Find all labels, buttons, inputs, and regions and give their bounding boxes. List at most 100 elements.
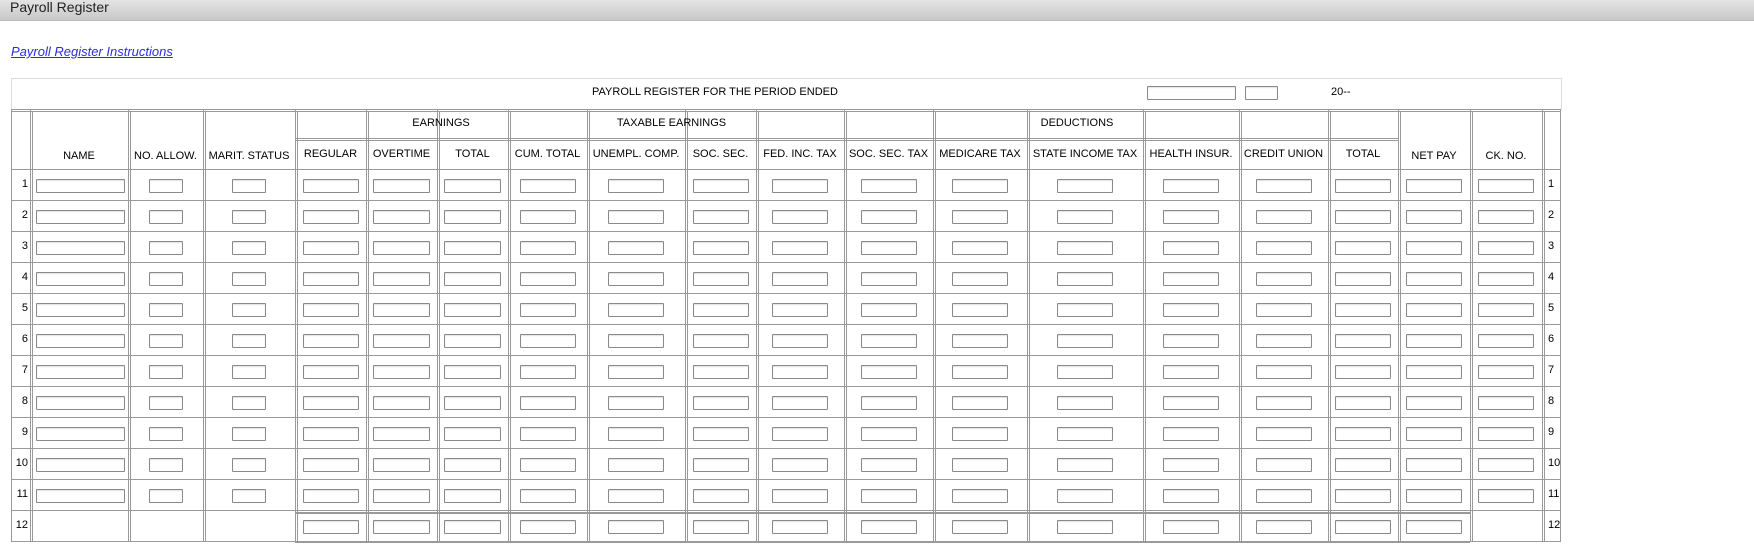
cum-total-input[interactable] xyxy=(520,272,576,286)
medicare-tax-input[interactable] xyxy=(952,396,1008,410)
fed-inc-tax-input[interactable] xyxy=(772,272,828,286)
overtime-input[interactable] xyxy=(373,520,430,534)
regular-input[interactable] xyxy=(303,365,359,379)
soc-sec-tax-input[interactable] xyxy=(861,334,917,348)
credit-union-input[interactable] xyxy=(1256,458,1312,472)
soc-sec-input[interactable] xyxy=(693,458,749,472)
marit-status-input[interactable] xyxy=(232,334,266,348)
earn-total-input[interactable] xyxy=(444,241,501,255)
marit-status-input[interactable] xyxy=(232,210,266,224)
soc-sec-tax-input[interactable] xyxy=(861,303,917,317)
ck-no-input[interactable] xyxy=(1478,365,1534,379)
fed-inc-tax-input[interactable] xyxy=(772,303,828,317)
no-allow-input[interactable] xyxy=(149,458,183,472)
net-pay-input[interactable] xyxy=(1406,365,1462,379)
medicare-tax-input[interactable] xyxy=(952,489,1008,503)
overtime-input[interactable] xyxy=(373,489,430,503)
fed-inc-tax-input[interactable] xyxy=(772,520,828,534)
credit-union-input[interactable] xyxy=(1256,334,1312,348)
net-pay-input[interactable] xyxy=(1406,272,1462,286)
unempl-comp-input[interactable] xyxy=(608,458,664,472)
soc-sec-tax-input[interactable] xyxy=(861,179,917,193)
soc-sec-tax-input[interactable] xyxy=(861,210,917,224)
ded-total-input[interactable] xyxy=(1335,210,1391,224)
overtime-input[interactable] xyxy=(373,272,430,286)
soc-sec-input[interactable] xyxy=(693,396,749,410)
unempl-comp-input[interactable] xyxy=(608,427,664,441)
ded-total-input[interactable] xyxy=(1335,458,1391,472)
no-allow-input[interactable] xyxy=(149,272,183,286)
health-insur-input[interactable] xyxy=(1163,489,1219,503)
name-input[interactable] xyxy=(36,334,125,348)
ck-no-input[interactable] xyxy=(1478,210,1534,224)
regular-input[interactable] xyxy=(303,210,359,224)
fed-inc-tax-input[interactable] xyxy=(772,427,828,441)
regular-input[interactable] xyxy=(303,334,359,348)
name-input[interactable] xyxy=(36,396,125,410)
state-income-tax-input[interactable] xyxy=(1057,272,1113,286)
soc-sec-input[interactable] xyxy=(693,303,749,317)
earn-total-input[interactable] xyxy=(444,458,501,472)
soc-sec-tax-input[interactable] xyxy=(861,520,917,534)
regular-input[interactable] xyxy=(303,427,359,441)
overtime-input[interactable] xyxy=(373,179,430,193)
health-insur-input[interactable] xyxy=(1163,179,1219,193)
cum-total-input[interactable] xyxy=(520,427,576,441)
name-input[interactable] xyxy=(36,303,125,317)
no-allow-input[interactable] xyxy=(149,241,183,255)
credit-union-input[interactable] xyxy=(1256,520,1312,534)
period-date-input[interactable] xyxy=(1147,86,1236,100)
medicare-tax-input[interactable] xyxy=(952,427,1008,441)
soc-sec-tax-input[interactable] xyxy=(861,272,917,286)
marit-status-input[interactable] xyxy=(232,458,266,472)
earn-total-input[interactable] xyxy=(444,303,501,317)
unempl-comp-input[interactable] xyxy=(608,396,664,410)
marit-status-input[interactable] xyxy=(232,489,266,503)
state-income-tax-input[interactable] xyxy=(1057,396,1113,410)
fed-inc-tax-input[interactable] xyxy=(772,458,828,472)
soc-sec-input[interactable] xyxy=(693,489,749,503)
unempl-comp-input[interactable] xyxy=(608,489,664,503)
medicare-tax-input[interactable] xyxy=(952,179,1008,193)
cum-total-input[interactable] xyxy=(520,241,576,255)
health-insur-input[interactable] xyxy=(1163,272,1219,286)
marit-status-input[interactable] xyxy=(232,272,266,286)
net-pay-input[interactable] xyxy=(1406,179,1462,193)
fed-inc-tax-input[interactable] xyxy=(772,179,828,193)
no-allow-input[interactable] xyxy=(149,396,183,410)
credit-union-input[interactable] xyxy=(1256,427,1312,441)
name-input[interactable] xyxy=(36,458,125,472)
earn-total-input[interactable] xyxy=(444,396,501,410)
state-income-tax-input[interactable] xyxy=(1057,489,1113,503)
soc-sec-input[interactable] xyxy=(693,179,749,193)
ded-total-input[interactable] xyxy=(1335,334,1391,348)
cum-total-input[interactable] xyxy=(520,489,576,503)
unempl-comp-input[interactable] xyxy=(608,520,664,534)
overtime-input[interactable] xyxy=(373,210,430,224)
state-income-tax-input[interactable] xyxy=(1057,458,1113,472)
unempl-comp-input[interactable] xyxy=(608,179,664,193)
medicare-tax-input[interactable] xyxy=(952,365,1008,379)
earn-total-input[interactable] xyxy=(444,365,501,379)
health-insur-input[interactable] xyxy=(1163,520,1219,534)
medicare-tax-input[interactable] xyxy=(952,303,1008,317)
earn-total-input[interactable] xyxy=(444,272,501,286)
medicare-tax-input[interactable] xyxy=(952,210,1008,224)
regular-input[interactable] xyxy=(303,303,359,317)
unempl-comp-input[interactable] xyxy=(608,210,664,224)
soc-sec-tax-input[interactable] xyxy=(861,458,917,472)
name-input[interactable] xyxy=(36,365,125,379)
credit-union-input[interactable] xyxy=(1256,272,1312,286)
earn-total-input[interactable] xyxy=(444,334,501,348)
health-insur-input[interactable] xyxy=(1163,396,1219,410)
medicare-tax-input[interactable] xyxy=(952,458,1008,472)
net-pay-input[interactable] xyxy=(1406,303,1462,317)
ck-no-input[interactable] xyxy=(1478,396,1534,410)
ded-total-input[interactable] xyxy=(1335,427,1391,441)
state-income-tax-input[interactable] xyxy=(1057,179,1113,193)
ded-total-input[interactable] xyxy=(1335,365,1391,379)
soc-sec-input[interactable] xyxy=(693,427,749,441)
state-income-tax-input[interactable] xyxy=(1057,241,1113,255)
soc-sec-tax-input[interactable] xyxy=(861,365,917,379)
soc-sec-input[interactable] xyxy=(693,241,749,255)
